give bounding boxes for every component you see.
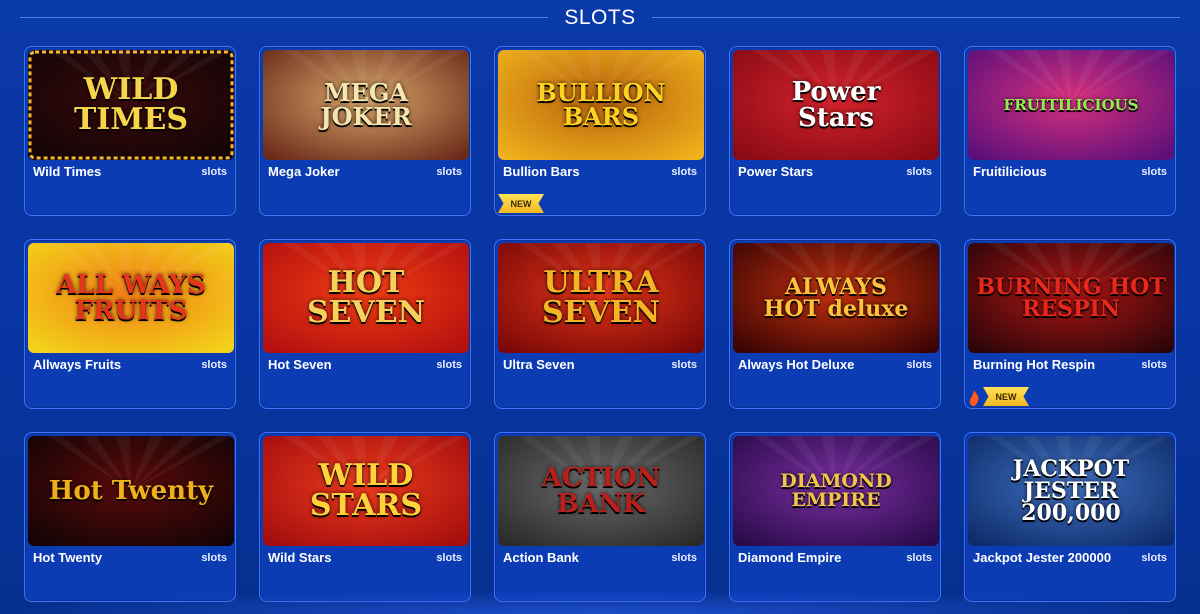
game-card[interactable]: ACTION BANK Action Bank slots — [494, 432, 706, 602]
game-card[interactable]: ALL WAYS FRUITS Allways Fruits slots — [24, 239, 236, 409]
game-thumbnail[interactable]: JACKPOT JESTER 200,000 — [968, 436, 1174, 546]
game-category: slots — [201, 166, 227, 178]
game-title[interactable]: Diamond Empire — [738, 550, 841, 565]
game-title[interactable]: Power Stars — [738, 164, 813, 179]
game-title[interactable]: Mega Joker — [268, 164, 340, 179]
game-logo: JACKPOT JESTER 200,000 — [1012, 456, 1130, 526]
game-category: slots — [1141, 166, 1167, 178]
game-title[interactable]: Wild Stars — [268, 550, 331, 565]
game-thumbnail[interactable]: MEGA JOKER — [263, 50, 469, 160]
game-logo: ULTRA SEVEN — [541, 265, 661, 330]
game-title[interactable]: Wild Times — [33, 164, 101, 179]
game-category: slots — [906, 552, 932, 564]
game-thumbnail[interactable]: WILD STARS — [263, 436, 469, 546]
section-header: SLOTS — [0, 0, 1200, 36]
games-grid: WILD TIMES Wild Times slots MEGA JOKER Mega … — [24, 46, 1176, 602]
game-card[interactable]: FRUITILICIOUS Fruitilicious slots — [964, 46, 1176, 216]
game-card[interactable]: Hot Twenty Hot Twenty slots — [24, 432, 236, 602]
game-card[interactable]: WILD TIMES Wild Times slots — [24, 46, 236, 216]
game-card[interactable]: BURNING HOT RESPIN Burning Hot Respin slot… — [964, 239, 1176, 409]
game-title[interactable]: Burning Hot Respin — [973, 357, 1095, 372]
game-title[interactable]: Hot Twenty — [33, 550, 102, 565]
game-category: slots — [671, 166, 697, 178]
game-category: slots — [671, 552, 697, 564]
flame-icon — [969, 390, 979, 406]
game-title[interactable]: Bullion Bars — [503, 164, 580, 179]
game-title[interactable]: Hot Seven — [268, 357, 332, 372]
game-thumbnail[interactable]: DIAMOND EMPIRE — [733, 436, 939, 546]
game-title[interactable]: Always Hot Deluxe — [738, 357, 854, 372]
game-thumbnail[interactable]: ULTRA SEVEN — [498, 243, 704, 353]
game-logo: HOT SEVEN — [306, 265, 426, 330]
game-card[interactable]: JACKPOT JESTER 200,000 Jackpot Jester 200… — [964, 432, 1176, 602]
game-card[interactable]: DIAMOND EMPIRE Diamond Empire slots — [729, 432, 941, 602]
game-category: slots — [1141, 359, 1167, 371]
game-category: slots — [201, 359, 227, 371]
game-card[interactable]: MEGA JOKER Mega Joker slots — [259, 46, 471, 216]
game-logo: ALWAYS HOT deluxe — [763, 274, 909, 322]
game-logo: Hot Twenty — [48, 476, 214, 506]
game-thumbnail[interactable]: ACTION BANK — [498, 436, 704, 546]
header-divider-right — [652, 17, 1180, 18]
section-title: SLOTS — [564, 6, 636, 29]
game-title[interactable]: Allways Fruits — [33, 357, 121, 372]
game-thumbnail[interactable]: WILD TIMES — [28, 50, 234, 160]
game-card[interactable]: ALWAYS HOT deluxe Always Hot Deluxe slots — [729, 239, 941, 409]
game-thumbnail[interactable]: ALL WAYS FRUITS — [28, 243, 234, 353]
game-thumbnail[interactable]: BURNING HOT RESPIN — [968, 243, 1174, 353]
game-category: slots — [906, 359, 932, 371]
game-logo: Power Stars — [791, 77, 881, 133]
game-thumbnail[interactable]: ALWAYS HOT deluxe — [733, 243, 939, 353]
game-thumbnail[interactable]: FRUITILICIOUS — [968, 50, 1174, 160]
game-logo: DIAMOND EMPIRE — [780, 470, 892, 511]
game-thumbnail[interactable]: BULLION BARS — [498, 50, 704, 160]
game-category: slots — [436, 552, 462, 564]
game-logo: MEGA JOKER — [320, 78, 412, 131]
new-badge: NEW — [983, 387, 1029, 406]
game-logo: WILD TIMES — [73, 72, 189, 137]
header-divider-left — [20, 17, 548, 18]
game-title[interactable]: Jackpot Jester 200000 — [973, 550, 1111, 565]
game-category: slots — [436, 359, 462, 371]
game-title[interactable]: Action Bank — [503, 550, 579, 565]
game-logo: BULLION BARS — [536, 78, 666, 131]
game-category: slots — [201, 552, 227, 564]
game-title[interactable]: Ultra Seven — [503, 357, 575, 372]
game-card[interactable]: HOT SEVEN Hot Seven slots — [259, 239, 471, 409]
game-card[interactable]: Power Stars Power Stars slots — [729, 46, 941, 216]
game-logo: ALL WAYS FRUITS — [56, 270, 206, 326]
new-badge: NEW — [498, 194, 544, 213]
game-title[interactable]: Fruitilicious — [973, 164, 1047, 179]
bottom-glow — [0, 590, 1200, 614]
game-thumbnail[interactable]: Power Stars — [733, 50, 939, 160]
game-category: slots — [436, 166, 462, 178]
game-card[interactable]: BULLION BARS Bullion Bars slots NEW — [494, 46, 706, 216]
game-logo: FRUITILICIOUS — [1003, 95, 1139, 114]
game-card[interactable]: WILD STARS Wild Stars slots — [259, 432, 471, 602]
game-card[interactable]: ULTRA SEVEN Ultra Seven slots — [494, 239, 706, 409]
game-logo: BURNING HOT RESPIN — [976, 274, 1166, 322]
game-category: slots — [1141, 552, 1167, 564]
game-logo: WILD STARS — [309, 458, 423, 523]
game-logo: ACTION BANK — [541, 463, 661, 519]
game-category: slots — [906, 166, 932, 178]
game-thumbnail[interactable]: HOT SEVEN — [263, 243, 469, 353]
game-thumbnail[interactable]: Hot Twenty — [28, 436, 234, 546]
game-category: slots — [671, 359, 697, 371]
